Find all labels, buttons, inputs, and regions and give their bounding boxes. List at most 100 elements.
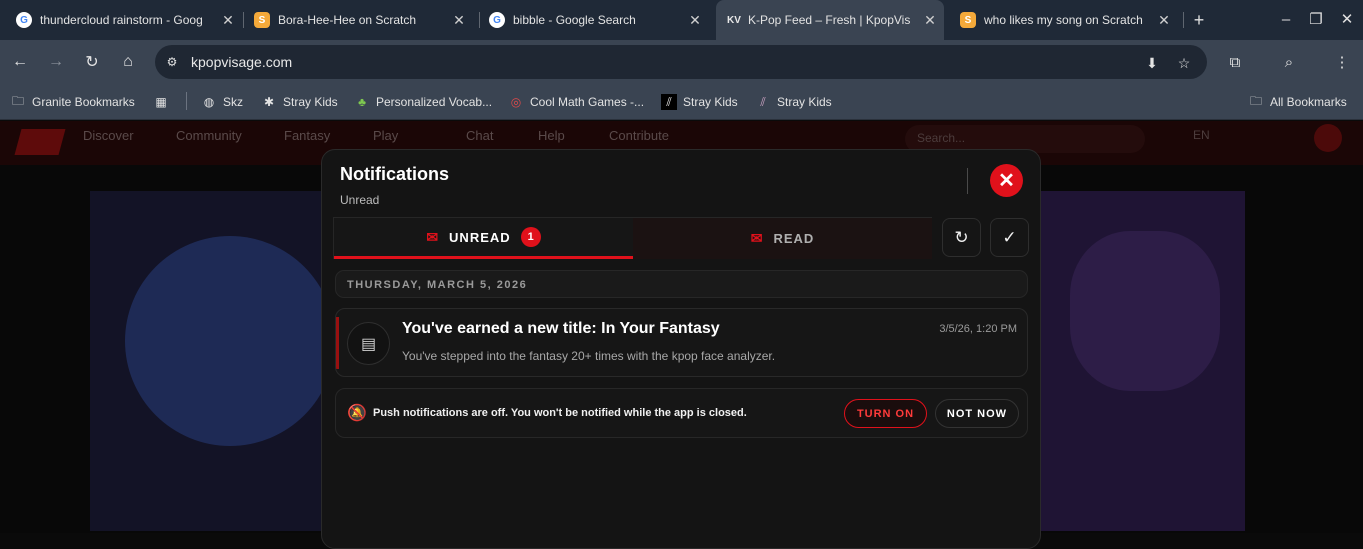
skz-logo-icon: ⫽ — [760, 94, 766, 109]
all-bookmarks-button[interactable]: 🗀 All Bookmarks — [1248, 93, 1347, 111]
bookmark-item[interactable]: ◎ Cool Math Games -... — [508, 93, 644, 111]
bell-slash-icon: 🔕 — [347, 405, 367, 422]
language-selector[interactable]: EN — [1193, 128, 1210, 142]
browser-tab[interactable]: S who likes my song on Scratch ✕ — [950, 0, 1182, 40]
bookmark-label: Stray Kids — [683, 95, 738, 109]
bookmark-item[interactable]: ♣ Personalized Vocab... — [354, 93, 492, 111]
browser-tab[interactable]: S Bora-Hee-Hee on Scratch ✕ — [244, 0, 476, 40]
notification-tabs: ✉ UNREAD 1 ✉ READ — [333, 217, 932, 259]
refresh-button[interactable]: ↻ — [942, 218, 981, 257]
nav-play[interactable]: Play — [373, 128, 398, 143]
close-icon[interactable]: ✕ — [920, 10, 940, 30]
apps-grid-icon[interactable]: ▦ — [153, 93, 175, 111]
bookmark-label: Granite Bookmarks — [32, 95, 135, 109]
install-app-icon[interactable]: ⬇ — [1143, 54, 1161, 72]
unread-count-badge: 1 — [520, 227, 541, 247]
refresh-icon: ↻ — [954, 227, 969, 247]
plus-button[interactable] — [1314, 124, 1342, 152]
leaf-icon: ♣ — [358, 95, 366, 109]
mark-all-read-button[interactable]: ✓ — [990, 218, 1029, 257]
bookmark-item[interactable]: ⫽ Stray Kids — [661, 93, 738, 111]
browser-tab[interactable]: G thundercloud rainstorm - Goog ✕ — [6, 0, 236, 40]
address-bar[interactable]: ⚙ kpopvisage.com ⬇ ☆ — [155, 45, 1207, 79]
header-divider — [967, 168, 968, 194]
browser-toolbar: ← → ↻ ⌂ ⚙ kpopvisage.com ⬇ ☆ ⧉ ⌕ ⋮ — [0, 40, 1363, 85]
bookmark-label: Stray Kids — [777, 95, 832, 109]
date-header: THURSDAY, MARCH 5, 2026 — [335, 270, 1028, 298]
site-settings-icon[interactable]: ⚙ — [164, 54, 180, 70]
nav-discover[interactable]: Discover — [83, 128, 134, 143]
nav-chat[interactable]: Chat — [466, 128, 493, 143]
folder-icon: 🗀 — [1249, 93, 1262, 108]
restore-icon[interactable]: ❐ — [1305, 8, 1327, 30]
close-icon[interactable]: ✕ — [449, 10, 469, 30]
nav-community[interactable]: Community — [176, 128, 242, 143]
bookmark-item[interactable]: 🗀 Granite Bookmarks — [10, 93, 135, 111]
nav-help[interactable]: Help — [538, 128, 565, 143]
window-close-icon[interactable]: ✕ — [1336, 8, 1358, 30]
close-icon[interactable]: ✕ — [218, 10, 238, 30]
tab-separator — [1183, 12, 1184, 28]
scratch-icon: S — [254, 12, 270, 28]
site-logo[interactable] — [14, 129, 66, 155]
modal-subtitle: Unread — [340, 193, 380, 207]
tab-title: K-Pop Feed – Fresh | KpopVis — [748, 13, 911, 27]
background-image — [1070, 231, 1220, 391]
bookmarks-bar: 🗀 Granite Bookmarks ▦ ◍ Skz ✱ Stray Kids… — [0, 85, 1363, 120]
skz-logo-icon: ⫽ — [661, 94, 677, 110]
more-menu-icon[interactable]: ⋮ — [1332, 52, 1352, 72]
reload-icon[interactable]: ↻ — [81, 51, 103, 73]
tab-title: bibble - Google Search — [513, 13, 636, 27]
scratch-icon: S — [960, 12, 976, 28]
nav-contribute[interactable]: Contribute — [609, 128, 669, 143]
close-icon[interactable]: ✕ — [1154, 10, 1174, 30]
close-icon: ✕ — [998, 170, 1015, 192]
bookmark-label: Skz — [223, 95, 244, 109]
bookmark-separator — [186, 92, 187, 110]
id-card-icon: ▤ — [347, 322, 390, 365]
bookmark-item[interactable]: ◍ Skz — [201, 93, 243, 111]
check-double-icon: ✓ — [1002, 227, 1017, 247]
notifications-modal: Notifications Unread ✕ ✉ UNREAD 1 ✉ READ… — [321, 149, 1041, 549]
browser-tab[interactable]: G bibble - Google Search ✕ — [479, 0, 711, 40]
minimize-icon[interactable]: – — [1275, 8, 1297, 30]
bookmark-label: Personalized Vocab... — [376, 95, 493, 109]
tab-unread[interactable]: ✉ UNREAD 1 — [334, 218, 633, 259]
globe-icon: ◍ — [203, 95, 215, 109]
notification-body: You've stepped into the fantasy 20+ time… — [402, 349, 776, 363]
turn-on-button[interactable]: TURN ON — [844, 399, 927, 428]
notification-item[interactable]: ▤ You've earned a new title: In Your Fan… — [335, 308, 1028, 377]
forward-arrow-icon[interactable]: → — [45, 51, 67, 73]
modal-title: Notifications — [340, 164, 450, 184]
tab-read-label: READ — [773, 231, 815, 246]
envelope-open-icon: ✉ — [426, 228, 440, 245]
envelope-icon: ✉ — [750, 230, 764, 246]
tab-read[interactable]: ✉ READ — [633, 218, 932, 259]
tab-search-icon[interactable]: ⌕ — [1279, 52, 1299, 72]
target-icon: ◎ — [510, 95, 522, 109]
bookmark-label: Cool Math Games -... — [530, 95, 645, 109]
url-text[interactable]: kpopvisage.com — [191, 54, 292, 70]
close-icon[interactable]: ✕ — [685, 10, 705, 30]
back-arrow-icon[interactable]: ← — [9, 51, 31, 73]
bookmark-star-icon[interactable]: ☆ — [1175, 54, 1193, 72]
not-now-button[interactable]: NOT NOW — [935, 399, 1019, 428]
bookmark-item[interactable]: ✱ Stray Kids — [261, 93, 338, 111]
browser-tab-strip: G thundercloud rainstorm - Goog ✕ S Bora… — [0, 0, 1363, 40]
extensions-icon[interactable]: ⧉ — [1225, 52, 1245, 72]
bug-icon: ✱ — [263, 95, 275, 109]
kpopvisage-icon: KV — [727, 14, 741, 26]
close-modal-button[interactable]: ✕ — [990, 164, 1023, 197]
home-icon[interactable]: ⌂ — [117, 51, 139, 73]
push-banner-text: Push notifications are off. You won't be… — [373, 407, 747, 419]
browser-tab-active[interactable]: KV K-Pop Feed – Fresh | KpopVis ✕ — [716, 0, 944, 40]
push-notification-banner: 🔕 Push notifications are off. You won't … — [335, 388, 1028, 438]
bookmark-item[interactable]: ⫽ Stray Kids — [755, 93, 832, 111]
notification-title: You've earned a new title: In Your Fanta… — [402, 320, 720, 337]
nav-fantasy[interactable]: Fantasy — [284, 128, 330, 143]
unread-accent-bar — [336, 317, 339, 369]
tab-unread-label: UNREAD — [449, 229, 511, 245]
new-tab-button[interactable]: + — [1188, 10, 1210, 30]
tab-title: Bora-Hee-Hee on Scratch — [278, 13, 417, 27]
tab-title: who likes my song on Scratch — [984, 13, 1143, 27]
